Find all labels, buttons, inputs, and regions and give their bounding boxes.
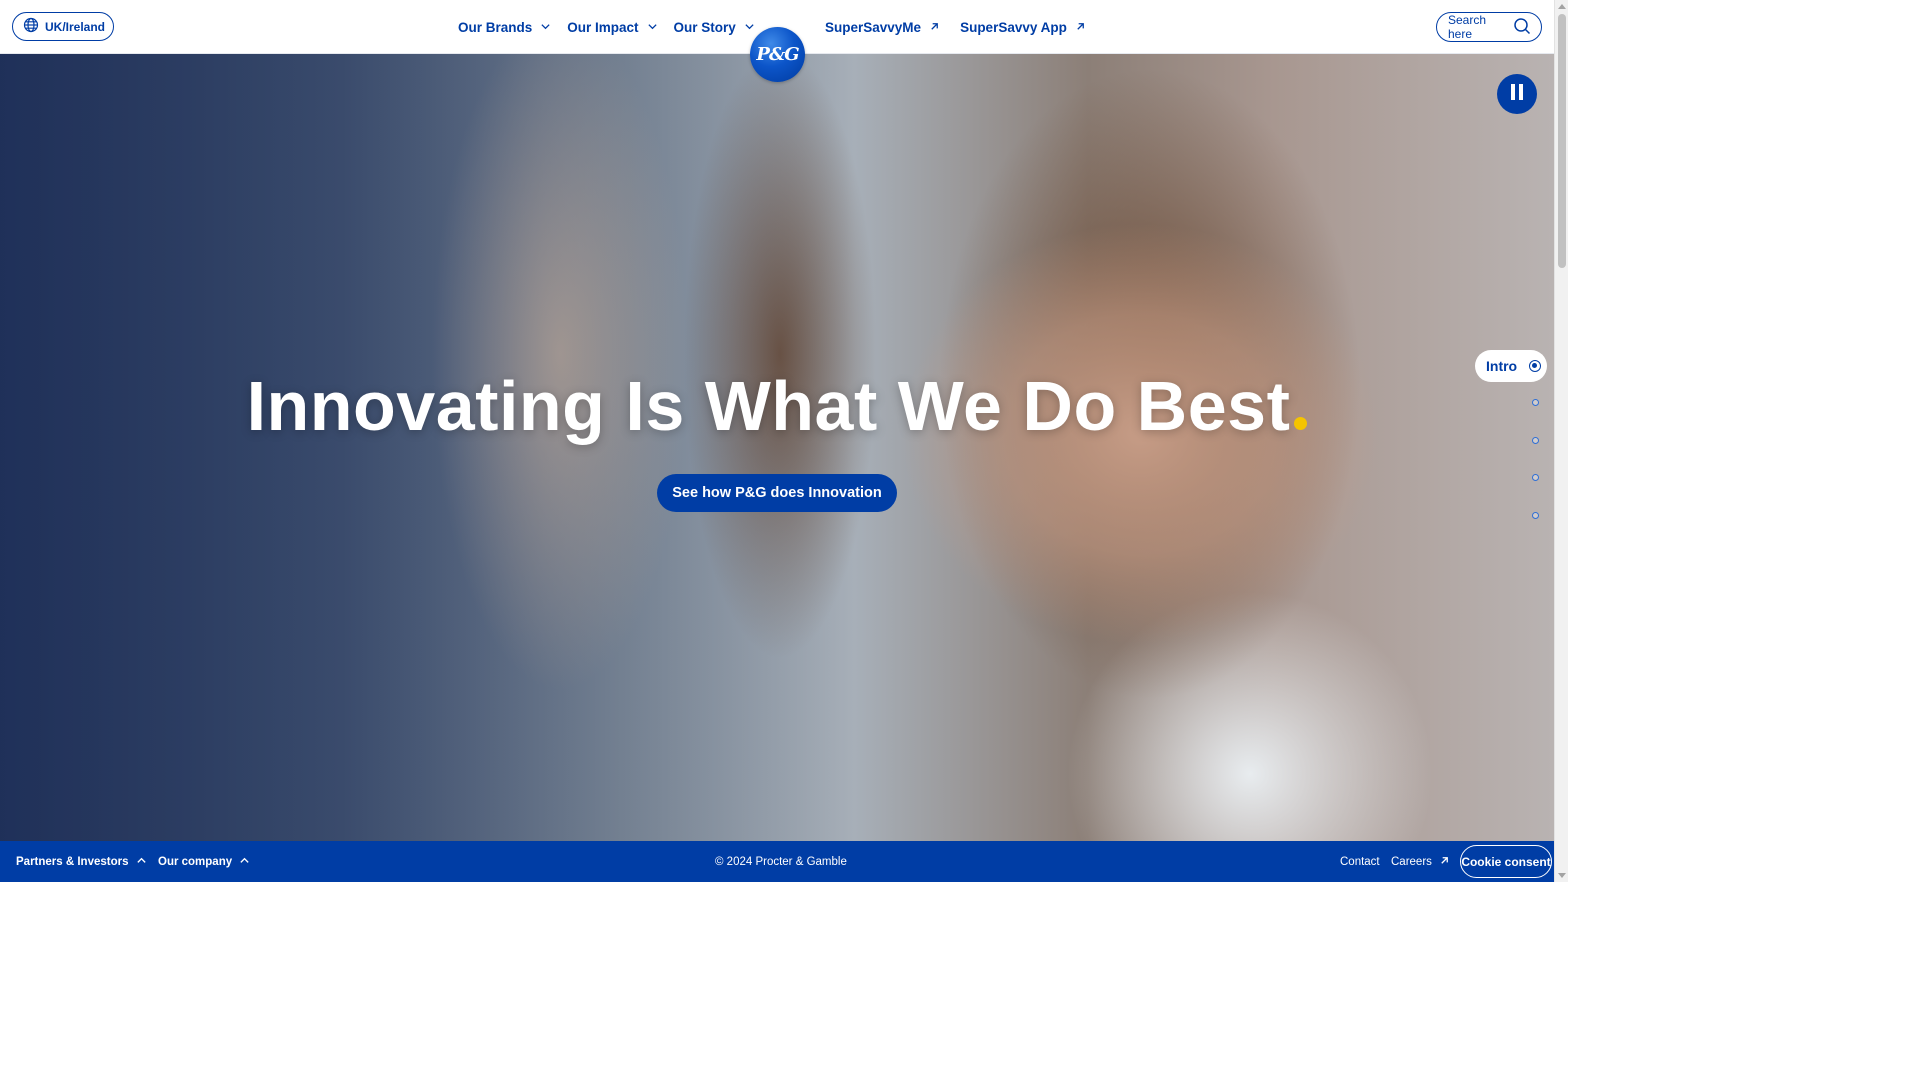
section-nav-dot-3[interactable]	[1532, 437, 1539, 444]
region-selector-button[interactable]: UK/Ireland	[12, 12, 115, 41]
hero-headline-text: Innovating Is What We Do Best	[246, 367, 1291, 445]
logo-text: P&G	[756, 44, 799, 65]
chevron-up-icon	[239, 855, 250, 869]
primary-nav: Our Brands Our Impact Our Story	[458, 0, 755, 54]
contact-label: Contact	[1340, 855, 1380, 868]
hero-section: Innovating Is What We Do Best See how P&…	[0, 54, 1554, 841]
globe-icon	[23, 17, 39, 36]
region-label: UK/Ireland	[45, 19, 106, 34]
nav-our-story[interactable]: Our Story	[674, 20, 755, 35]
nav-supersavvyme[interactable]: SuperSavvyMe	[825, 20, 940, 35]
section-label: Intro	[1486, 358, 1518, 374]
nav-label: Our Story	[673, 19, 736, 35]
cta-label: See how P&G does Innovation	[672, 485, 882, 501]
chevron-down-icon	[540, 20, 551, 35]
page-scrollbar[interactable]	[1554, 0, 1568, 882]
secondary-nav: SuperSavvyMe SuperSavvy App	[825, 0, 1086, 54]
yellow-dot	[1294, 417, 1308, 430]
nav-label: Our Brands	[458, 19, 533, 35]
search-button[interactable]: Search here	[1436, 12, 1542, 42]
hero-headline: Innovating Is What We Do Best	[0, 366, 1554, 446]
section-nav-dot-5[interactable]	[1532, 512, 1539, 519]
pg-logo[interactable]: P&G	[750, 27, 805, 82]
chevron-up-icon	[136, 855, 147, 869]
our-company-toggle[interactable]: Our company	[158, 841, 250, 882]
search-icon	[1513, 17, 1531, 38]
search-label: Search here	[1448, 13, 1487, 41]
nav-label: Our Impact	[567, 19, 639, 35]
nav-supersavvy-app[interactable]: SuperSavvy App	[960, 20, 1086, 35]
scrollbar-thumb[interactable]	[1558, 14, 1566, 268]
footer-label: Partners & Investors	[16, 855, 129, 868]
careers-link[interactable]: Careers	[1391, 841, 1450, 882]
partners-investors-toggle[interactable]: Partners & Investors	[16, 841, 147, 882]
external-arrow-icon	[1075, 20, 1086, 35]
pause-icon	[1510, 83, 1524, 105]
nav-label: SuperSavvy App	[960, 19, 1067, 35]
careers-label: Careers	[1391, 855, 1432, 868]
copyright-label: © 2024 Procter & Gamble	[715, 855, 847, 868]
contact-link[interactable]: Contact	[1340, 841, 1380, 882]
footer-label: Our company	[158, 855, 233, 868]
active-section-indicator-icon	[1529, 360, 1541, 372]
pause-video-button[interactable]	[1497, 74, 1537, 114]
cookie-label: Cookie consent	[1461, 854, 1551, 869]
nav-our-impact[interactable]: Our Impact	[567, 20, 657, 35]
nav-our-brands[interactable]: Our Brands	[458, 20, 551, 35]
section-nav-dot-2[interactable]	[1532, 399, 1539, 406]
copyright-text: © 2024 Procter & Gamble	[715, 841, 847, 882]
innovation-cta-button[interactable]: See how P&G does Innovation	[657, 474, 897, 512]
external-arrow-icon	[1439, 855, 1450, 869]
scroll-down-arrow-icon[interactable]	[1558, 873, 1566, 878]
hero-background-image	[0, 54, 1554, 841]
section-nav-intro[interactable]: Intro	[1475, 350, 1547, 382]
section-nav-dot-4[interactable]	[1532, 474, 1539, 481]
cookie-consent-button[interactable]: Cookie consent	[1460, 845, 1552, 878]
chevron-down-icon	[744, 20, 755, 35]
sticky-footer: Partners & Investors Our company © 2024 …	[0, 841, 1554, 882]
chevron-down-icon	[647, 20, 658, 35]
scroll-up-arrow-icon[interactable]	[1558, 4, 1566, 9]
nav-label: SuperSavvyMe	[825, 19, 922, 35]
external-arrow-icon	[929, 20, 940, 35]
